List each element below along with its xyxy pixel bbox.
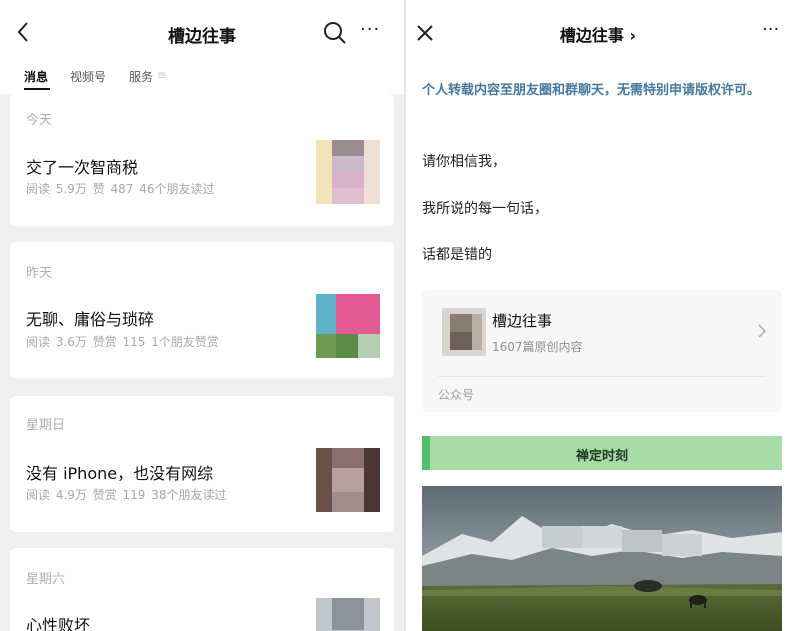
left-header: 槽边往事 ··· (0, 0, 404, 60)
landscape-photo (422, 486, 782, 631)
article-day: 星期日 (26, 418, 66, 433)
article-meta: 阅读 3.6万 赞赏 115 1个朋友赞赏 (26, 335, 219, 349)
article-day: 今天 (26, 113, 53, 128)
article-detail-panel: 槽边往事 › ··· 个人转载内容至朋友圈和群聊天，无需特别申请版权许可。 请你… (406, 0, 790, 631)
article-day: 昨天 (26, 266, 53, 281)
more-menu-icon[interactable]: ··· (360, 19, 380, 40)
active-tab-indicator (24, 88, 50, 90)
article-title[interactable]: 心性败坏 (26, 612, 90, 631)
article-count: 1607篇原创内容 (492, 340, 583, 354)
account-avatar (442, 308, 486, 356)
article-meta: 阅读 4.9万 赞赏 119 38个朋友读过 (26, 488, 227, 502)
right-header: 槽边往事 › ··· (406, 0, 790, 62)
article-thumbnail[interactable] (316, 140, 380, 204)
tab-bar: 消息 视频号 服务 ≡ (0, 60, 404, 94)
more-menu-icon[interactable]: ··· (762, 19, 779, 40)
article-paragraph: 我所说的每一句话， (422, 201, 548, 217)
account-name: 槽边往事 (492, 312, 553, 330)
chevron-right-icon (758, 324, 767, 338)
search-icon[interactable] (322, 20, 348, 46)
section-header: 禅定时刻 (422, 436, 782, 470)
tab-video[interactable]: 视频号 (70, 68, 106, 85)
account-card-divider (438, 376, 766, 377)
article-thumbnail[interactable] (316, 294, 380, 358)
article-paragraph: 话都是错的 (422, 247, 492, 263)
tab-services-menu-icon: ≡ (157, 68, 168, 82)
article-title[interactable]: 无聊、庸俗与琐碎 (26, 306, 154, 330)
article-card[interactable]: 今天 交了一次智商税 阅读 5.9万 赞 487 46个朋友读过 (10, 94, 394, 226)
article-thumbnail[interactable] (316, 448, 380, 512)
article-card[interactable]: 星期六 心性败坏 (10, 548, 394, 631)
article-title[interactable]: 没有 iPhone，也没有网综 (26, 460, 213, 484)
article-card[interactable]: 昨天 无聊、庸俗与琐碎 阅读 3.6万 赞赏 115 1个朋友赞赏 (10, 242, 394, 378)
tab-services[interactable]: 服务 (129, 68, 153, 85)
article-list-panel: 槽边往事 ··· 消息 视频号 服务 ≡ 今天 交了一次智商税 阅读 5.9万 … (0, 0, 404, 631)
section-title: 禅定时刻 (575, 449, 628, 464)
account-type: 公众号 (438, 388, 475, 402)
article-thumbnail[interactable] (316, 598, 380, 631)
article-paragraph: 请你相信我， (422, 154, 506, 170)
copyright-notice: 个人转载内容至朋友圈和群聊天，无需特别申请版权许可。 (422, 83, 761, 98)
article-day: 星期六 (26, 572, 66, 587)
article-card[interactable]: 星期日 没有 iPhone，也没有网综 阅读 4.9万 赞赏 119 38个朋友… (10, 396, 394, 532)
account-card[interactable]: 槽边往事 1607篇原创内容 公众号 (422, 290, 782, 412)
article-title[interactable]: 交了一次智商税 (26, 154, 138, 178)
article-meta: 阅读 5.9万 赞 487 46个朋友读过 (26, 182, 215, 196)
account-title-link[interactable]: 槽边往事 › (406, 22, 790, 46)
tab-messages[interactable]: 消息 (24, 68, 48, 85)
